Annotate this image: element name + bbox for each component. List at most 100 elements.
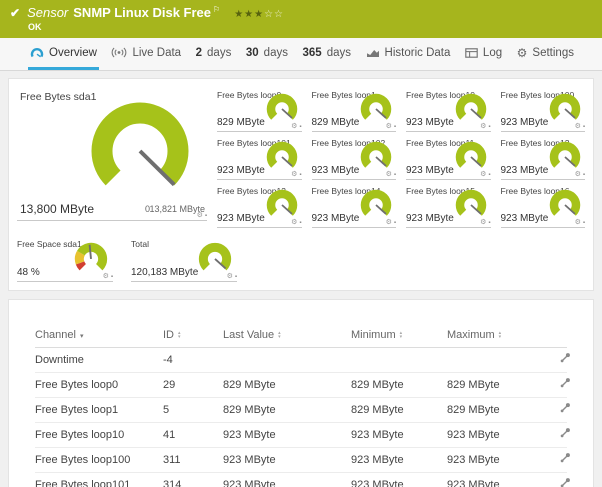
cell-maximum: 829 MByte (447, 372, 559, 398)
gear-icon[interactable]: ⚙ (480, 171, 486, 178)
tab-live-data[interactable]: Live Data (109, 38, 183, 70)
gear-icon[interactable]: ⚙ (227, 273, 233, 280)
cell-id: -4 (163, 347, 223, 373)
channel-settings-icon[interactable] (559, 452, 571, 464)
channel-gauge-tile: Free Bytes loop10 923 MByte ⚙ ▪ (406, 87, 491, 132)
table-row: Free Bytes loop1 5 829 MByte 829 MByte 829 M… (35, 397, 570, 423)
marker-icon[interactable]: ▪ (111, 274, 113, 280)
gauge-tile-value: 829 MByte (311, 117, 360, 128)
marker-icon[interactable]: ▪ (583, 124, 585, 130)
channel-settings-icon[interactable] (559, 402, 571, 414)
channel-gauge-tile: Free Bytes loop101 923 MByte ⚙ ▪ (217, 135, 302, 180)
tile-icons: ⚙ ▪ (291, 123, 301, 130)
channel-settings-icon[interactable] (559, 427, 571, 439)
marker-icon[interactable]: ▪ (583, 172, 585, 178)
priority-flag-icon: ⚐ (213, 5, 221, 14)
gear-icon[interactable]: ⚙ (197, 212, 203, 219)
tab-settings[interactable]: ⚙ Settings (515, 38, 576, 70)
marker-icon[interactable]: ▪ (235, 274, 237, 280)
cell-last-value: 829 MByte (223, 397, 351, 423)
tab-label: days (326, 46, 351, 59)
tab-historic-data[interactable]: Historic Data (364, 38, 453, 70)
gear-icon[interactable]: ⚙ (386, 171, 392, 178)
tab-label: Historic Data (384, 46, 451, 59)
tab-number: 365 (302, 46, 322, 59)
sort-icon: ▴ ▾ (278, 329, 281, 341)
cell-channel: Free Bytes loop100 (35, 447, 163, 473)
gauge-tile-value: 923 MByte (406, 165, 454, 176)
page-title: SNMP Linux Disk Free (73, 5, 212, 20)
marker-icon[interactable]: ▪ (488, 172, 490, 178)
channel-gauge (266, 189, 297, 216)
cell-id: 29 (163, 372, 223, 398)
tab-label: Log (482, 46, 503, 59)
marker-icon[interactable]: ▪ (205, 213, 207, 219)
tile-icons: ⚙ ▪ (227, 273, 237, 280)
gear-icon[interactable]: ⚙ (575, 171, 581, 178)
tab-overview[interactable]: Overview (28, 38, 99, 70)
cell-minimum: 829 MByte (351, 372, 447, 398)
tab-365-days[interactable]: 365 days (301, 38, 353, 70)
column-header-maximum[interactable]: Maximum ▴ ▾ (447, 324, 559, 348)
sort-icon: ▴ ▾ (178, 329, 181, 341)
table-row: Free Bytes loop100 311 923 MByte 923 MByte 9… (35, 447, 570, 473)
channel-settings-icon[interactable] (559, 352, 571, 364)
channel-gauges-grid: Free Bytes loop0 829 MByte ⚙ ▪ Free Bytes… (217, 85, 585, 228)
channel-settings-icon[interactable] (559, 377, 571, 389)
column-header-last-value[interactable]: Last Value ▴ ▾ (223, 324, 351, 348)
gear-icon[interactable]: ⚙ (103, 273, 109, 280)
cell-minimum (351, 347, 447, 373)
channels-table-panel: Channel ▾ ID ▴ ▾ Last Value ▴ ▾ Minimum ▴ ▾ Max… (8, 299, 594, 487)
cell-maximum (447, 347, 559, 373)
column-header-channel[interactable]: Channel ▾ (35, 324, 163, 348)
tile-icons: ⚙ ▪ (197, 212, 207, 219)
marker-icon[interactable]: ▪ (488, 220, 490, 226)
tab-bar: Overview Live Data 2 days 30 days 365 da… (0, 38, 602, 71)
gear-icon[interactable]: ⚙ (291, 171, 297, 178)
channel-gauge (455, 141, 486, 168)
gear-icon[interactable]: ⚙ (480, 123, 486, 130)
tab-log[interactable]: Log (463, 38, 504, 70)
gear-icon[interactable]: ⚙ (291, 123, 297, 130)
gear-icon[interactable]: ⚙ (480, 219, 486, 226)
gear-icon[interactable]: ⚙ (386, 123, 392, 130)
cell-maximum: 923 MByte (447, 472, 559, 487)
cell-channel: Free Bytes loop10 (35, 422, 163, 448)
tab-label: Live Data (132, 46, 182, 59)
cell-id: 311 (163, 447, 223, 473)
marker-icon[interactable]: ▪ (299, 172, 301, 178)
cell-maximum: 829 MByte (447, 397, 559, 423)
gauge-tile-value: 923 MByte (217, 213, 265, 224)
marker-icon[interactable]: ▪ (394, 220, 396, 226)
marker-icon[interactable]: ▪ (394, 172, 396, 178)
channel-gauge-tile: Free Bytes loop102 923 MByte ⚙ ▪ (311, 135, 396, 180)
tile-icons: ⚙ ▪ (103, 273, 113, 280)
tab-30-days[interactable]: 30 days (244, 38, 290, 70)
channel-settings-icon[interactable] (559, 477, 571, 487)
column-header-id[interactable]: ID ▴ ▾ (163, 324, 223, 348)
gauge-icon (30, 48, 44, 58)
table-row: Free Bytes loop0 29 829 MByte 829 MByte 829 … (35, 372, 570, 398)
channel-gauge (549, 141, 581, 168)
gear-icon[interactable]: ⚙ (291, 219, 297, 226)
cell-id: 5 (163, 397, 223, 423)
channel-gauge-tile: Free Bytes loop14 923 MByte ⚙ ▪ (311, 183, 396, 228)
marker-icon[interactable]: ▪ (299, 124, 301, 130)
gear-icon[interactable]: ⚙ (575, 219, 581, 226)
channel-gauge (455, 189, 486, 216)
priority-stars[interactable]: ★★★☆☆ (234, 9, 284, 20)
marker-icon[interactable]: ▪ (394, 124, 396, 130)
channel-gauge-tile: Free Bytes loop12 923 MByte ⚙ ▪ (500, 135, 585, 180)
tab-2-days[interactable]: 2 days (194, 38, 234, 70)
marker-icon[interactable]: ▪ (299, 220, 301, 226)
primary-gauge-tile: Free Bytes sda1 13,800 MByte 0 13,821 MB… (17, 85, 207, 221)
sort-icon: ▴ ▾ (399, 329, 403, 341)
cell-last-value: 923 MByte (223, 422, 351, 448)
total-gauge-tile: Total 120,183 MByte ⚙ ▪ (131, 236, 237, 282)
marker-icon[interactable]: ▪ (488, 124, 490, 130)
column-header-minimum[interactable]: Minimum ▴ ▾ (351, 324, 447, 348)
cell-last-value: 923 MByte (223, 447, 351, 473)
gear-icon[interactable]: ⚙ (386, 219, 392, 226)
gear-icon[interactable]: ⚙ (575, 123, 581, 130)
marker-icon[interactable]: ▪ (583, 220, 585, 226)
